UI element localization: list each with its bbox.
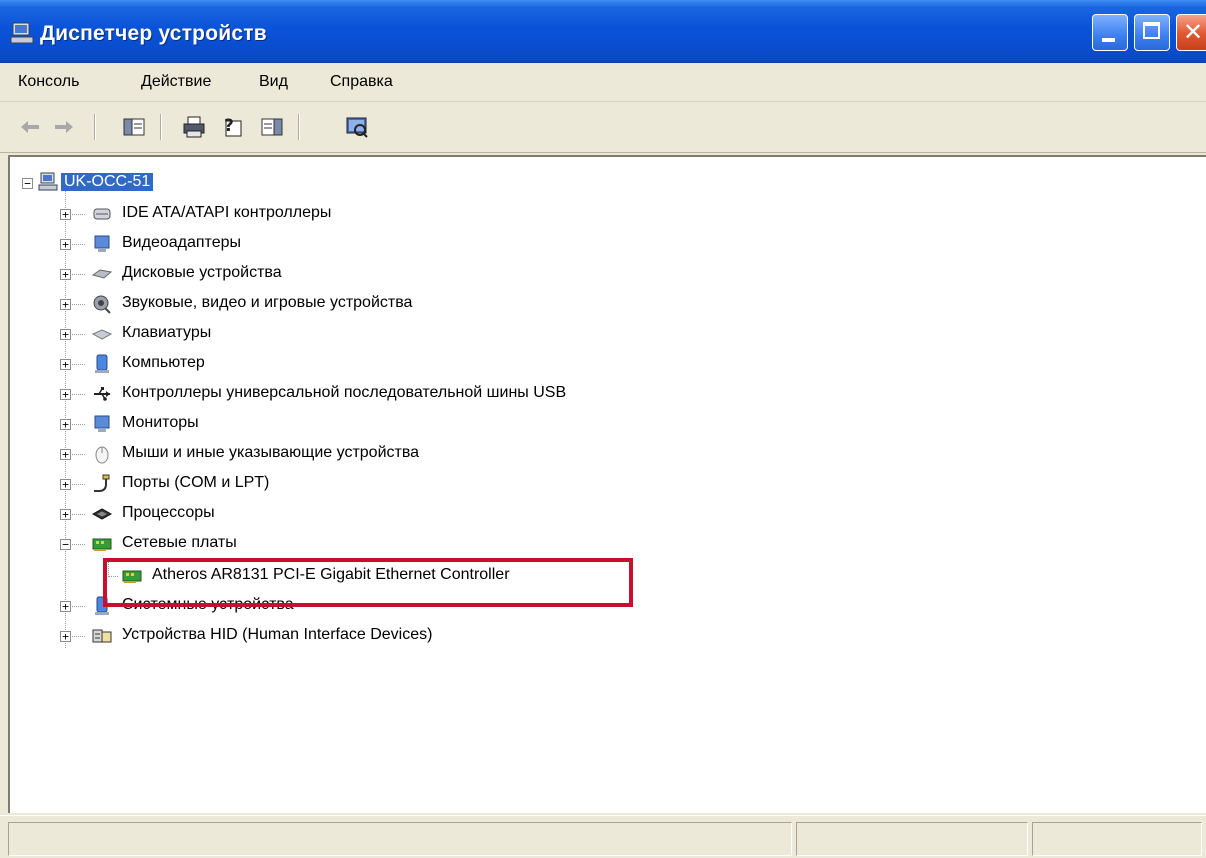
- computer-icon: [38, 172, 58, 191]
- menu-action[interactable]: Действие: [141, 73, 211, 91]
- computer-icon: [95, 354, 109, 373]
- status-cell: [796, 822, 1028, 856]
- maximize-button[interactable]: [1134, 14, 1170, 51]
- status-cell-main: [8, 822, 792, 856]
- back-arrow-icon[interactable]: [18, 116, 42, 138]
- mouse-icon: [95, 446, 109, 464]
- svg-text:?: ?: [224, 116, 234, 136]
- expand-icon[interactable]: +: [60, 419, 71, 430]
- ide-controller-icon: [93, 208, 111, 220]
- tree-root-node[interactable]: − UK-OCC-51: [16, 170, 416, 196]
- menu-help[interactable]: Справка: [330, 73, 393, 91]
- category-label: Устройства HID (Human Interface Devices): [122, 626, 433, 643]
- device-tree-pane[interactable]: − UK-OCC-51 + IDE ATA/ATAPI контроллеры …: [8, 155, 1206, 813]
- monitor-icon: [94, 415, 110, 432]
- forward-arrow-icon[interactable]: [52, 116, 76, 138]
- expand-icon[interactable]: +: [60, 329, 71, 340]
- tree-category-row[interactable]: + Мониторы: [10, 411, 910, 437]
- category-label: Сетевые платы: [122, 534, 237, 551]
- toolbar-separator: [160, 114, 162, 140]
- expand-icon[interactable]: +: [60, 209, 71, 220]
- category-label: Клавиатуры: [122, 324, 212, 341]
- minimize-icon: [1102, 38, 1115, 42]
- root-computer-name: UK-OCC-51: [61, 173, 154, 191]
- tree-category-row[interactable]: + Клавиатуры: [10, 321, 910, 347]
- category-label: Дисковые устройства: [122, 264, 282, 281]
- port-icon: [94, 474, 110, 492]
- usb-icon: [94, 387, 110, 401]
- device-manager-window: Диспетчер устройств ✕ Консоль Действие В…: [0, 0, 1206, 858]
- keyboard-icon: [92, 329, 112, 340]
- collapse-icon[interactable]: −: [22, 178, 33, 189]
- category-label: Мыши и иные указывающие устройства: [122, 444, 420, 461]
- expand-icon[interactable]: +: [60, 299, 71, 310]
- processor-icon: [92, 508, 112, 520]
- expand-icon[interactable]: +: [60, 601, 71, 612]
- hid-device-icon: [92, 629, 112, 643]
- tree-category-row[interactable]: + Звуковые, видео и игровые устройства: [10, 291, 910, 317]
- toolbar: ?: [0, 102, 1206, 153]
- category-label: Мониторы: [122, 414, 199, 431]
- tree-category-row[interactable]: + Устройства HID (Human Interface Device…: [10, 623, 910, 649]
- expand-icon[interactable]: +: [60, 449, 71, 460]
- disk-drive-icon: [92, 269, 112, 279]
- action-pane-icon[interactable]: [260, 116, 284, 138]
- category-label: Процессоры: [122, 504, 215, 521]
- expand-icon[interactable]: +: [60, 631, 71, 642]
- close-button[interactable]: ✕: [1176, 14, 1206, 51]
- tree-category-row[interactable]: + Видеоадаптеры: [10, 231, 910, 257]
- tree-category-row[interactable]: + Контроллеры универсальной последовател…: [10, 381, 910, 407]
- tree-category-row[interactable]: + Порты (COM и LPT): [10, 471, 910, 497]
- status-cell: [1032, 822, 1202, 856]
- menu-view[interactable]: Вид: [259, 73, 288, 91]
- highlight-annotation-box: [103, 558, 633, 607]
- tree-category-row[interactable]: + Мыши и иные указывающие устройства: [10, 441, 910, 467]
- expand-icon[interactable]: +: [60, 269, 71, 280]
- expand-icon[interactable]: +: [60, 239, 71, 250]
- status-bar: [0, 815, 1206, 858]
- maximize-icon: [1143, 22, 1160, 39]
- toolbar-separator: [94, 114, 96, 140]
- title-bar[interactable]: Диспетчер устройств ✕: [0, 0, 1206, 63]
- expand-icon[interactable]: +: [60, 509, 71, 520]
- tree-category-row[interactable]: + IDE ATA/ATAPI контроллеры: [10, 201, 910, 227]
- display-adapter-icon: [94, 235, 110, 252]
- menu-console[interactable]: Консоль: [18, 73, 79, 91]
- category-label: Компьютер: [122, 354, 205, 371]
- category-label: Видеоадаптеры: [122, 234, 241, 251]
- network-card-icon: [92, 538, 112, 551]
- close-icon: ✕: [1183, 19, 1204, 46]
- show-hide-console-tree-icon[interactable]: [122, 116, 146, 138]
- tree-category-row[interactable]: + Процессоры: [10, 501, 910, 527]
- category-label: Порты (COM и LPT): [122, 474, 270, 491]
- scan-hardware-icon[interactable]: [345, 116, 369, 138]
- collapse-icon[interactable]: −: [60, 539, 71, 550]
- category-label: IDE ATA/ATAPI контроллеры: [122, 204, 332, 221]
- expand-icon[interactable]: +: [60, 389, 71, 400]
- expand-icon[interactable]: +: [60, 479, 71, 490]
- tree-category-row[interactable]: + Дисковые устройства: [10, 261, 910, 287]
- properties-help-icon[interactable]: ?: [221, 116, 245, 138]
- category-label: Контроллеры универсальной последовательн…: [122, 384, 567, 401]
- category-label: Звуковые, видео и игровые устройства: [122, 294, 413, 311]
- expand-icon[interactable]: +: [60, 359, 71, 370]
- menu-bar: Консоль Действие Вид Справка: [0, 63, 1206, 102]
- tree-category-row-expanded[interactable]: − Сетевые платы: [10, 531, 910, 557]
- toolbar-separator: [298, 114, 300, 140]
- window-title: Диспетчер устройств: [40, 22, 267, 45]
- tree-category-row[interactable]: + Компьютер: [10, 351, 910, 377]
- print-icon[interactable]: [182, 116, 206, 138]
- minimize-button[interactable]: [1092, 14, 1128, 51]
- sound-device-icon: [93, 295, 111, 314]
- computer-icon: [10, 22, 34, 44]
